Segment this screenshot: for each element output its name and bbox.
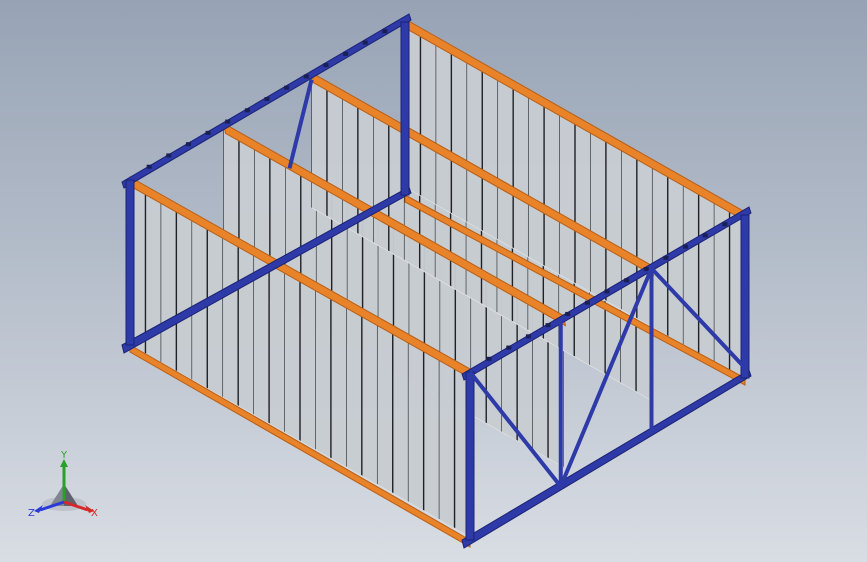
left-end-frame-brace (287, 79, 314, 169)
right-end-frame-bolt (722, 222, 728, 227)
left-end-frame-bolt (205, 130, 211, 135)
graphics-viewport[interactable]: Y X Z (0, 0, 867, 562)
right-end-frame-bolt (663, 255, 669, 260)
left-end-frame-bolt (323, 63, 329, 68)
left-end-frame-bolt (382, 29, 388, 34)
view-orientation-triad[interactable]: Y X Z (24, 448, 104, 528)
right-end-frame-bolt (525, 334, 531, 339)
right-end-frame-bolt (702, 233, 708, 238)
right-end-frame-front-post (465, 371, 475, 541)
right-end-frame-bolt (604, 289, 610, 294)
right-end-frame-bolt (545, 323, 551, 328)
x-axis-label: X (91, 508, 98, 519)
3d-model-scene[interactable] (0, 0, 867, 562)
right-end-frame-bolt (683, 244, 689, 249)
left-end-frame-back-post (400, 21, 410, 196)
left-end-frame-bolt (185, 142, 191, 147)
left-end-frame-bolt (244, 108, 250, 113)
left-end-frame-bolt (303, 74, 309, 79)
right-end-frame-bolt (584, 300, 590, 305)
left-end-frame-bolt (362, 40, 368, 45)
right-end-frame-bolt (486, 356, 492, 361)
left-end-frame-bolt (284, 85, 290, 90)
right-end-frame-bolt (624, 278, 630, 283)
z-axis-label: Z (28, 508, 35, 519)
right-end-frame-bolt (565, 311, 571, 316)
right-end-frame-bolt (506, 345, 512, 350)
y-axis-label: Y (60, 450, 68, 461)
left-end-frame-bolt (146, 164, 152, 169)
right-end-frame-back-post (740, 214, 750, 379)
left-end-frame-bolt (343, 51, 349, 56)
left-end-frame-bolt (264, 97, 270, 101)
left-end-frame-front-post (125, 179, 135, 346)
left-end-frame-bolt (225, 119, 231, 124)
left-end-frame-bolt (166, 153, 172, 158)
right-end-frame-bolt (643, 267, 649, 272)
